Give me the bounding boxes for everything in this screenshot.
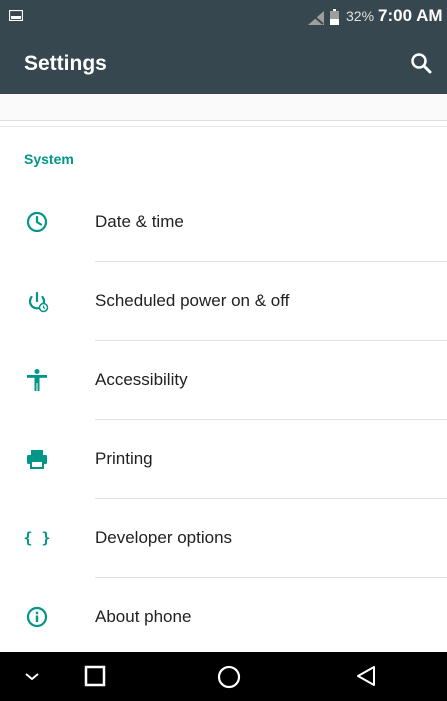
settings-item-label: Date & time: [95, 212, 184, 231]
braces-icon: { }: [24, 529, 50, 547]
settings-item-scheduled-power[interactable]: Scheduled power on & off: [0, 262, 447, 341]
page-title: Settings: [24, 52, 107, 75]
settings-item-label: Scheduled power on & off: [95, 291, 290, 310]
square-icon: [84, 665, 106, 687]
settings-item-label: Accessibility: [95, 370, 188, 389]
app-toolbar: Settings: [0, 34, 447, 94]
settings-item-label: Developer options: [95, 528, 233, 547]
settings-item-label: About phone: [95, 607, 192, 626]
battery-icon: [330, 9, 339, 25]
clock: 7:00 AM: [378, 6, 443, 25]
back-button[interactable]: [336, 652, 396, 701]
hide-keyboard-button[interactable]: [2, 652, 62, 701]
recents-button[interactable]: [65, 652, 125, 701]
system-section: System Date & time Scheduled power on & …: [0, 126, 447, 653]
back-triangle-icon: [357, 666, 375, 686]
settings-item-about-phone[interactable]: About phone: [0, 578, 447, 657]
navigation-bar: [0, 652, 447, 701]
accessibility-icon: [27, 369, 47, 391]
info-icon: [26, 606, 48, 628]
settings-item-developer-options[interactable]: { } Developer options: [0, 499, 447, 578]
clock-icon: [26, 211, 48, 233]
battery-level: 32%: [346, 8, 375, 24]
no-sim-icon: [308, 11, 324, 25]
section-title: System: [24, 151, 74, 167]
image-notification-icon: [9, 10, 23, 21]
status-bar: 32% 7:00 AM: [0, 0, 447, 34]
svg-text:{ }: { }: [24, 529, 50, 547]
printer-icon: [27, 450, 47, 469]
power-schedule-icon: [28, 291, 49, 313]
settings-item-date-time[interactable]: Date & time: [0, 183, 447, 262]
home-button[interactable]: [198, 652, 258, 701]
chevron-down-icon: [25, 673, 39, 681]
circle-icon: [217, 665, 241, 689]
settings-item-accessibility[interactable]: Accessibility: [0, 341, 447, 420]
settings-item-label: Printing: [95, 449, 153, 468]
previous-section-end: [0, 94, 447, 121]
settings-item-printing[interactable]: Printing: [0, 420, 447, 499]
search-icon[interactable]: [410, 52, 432, 74]
